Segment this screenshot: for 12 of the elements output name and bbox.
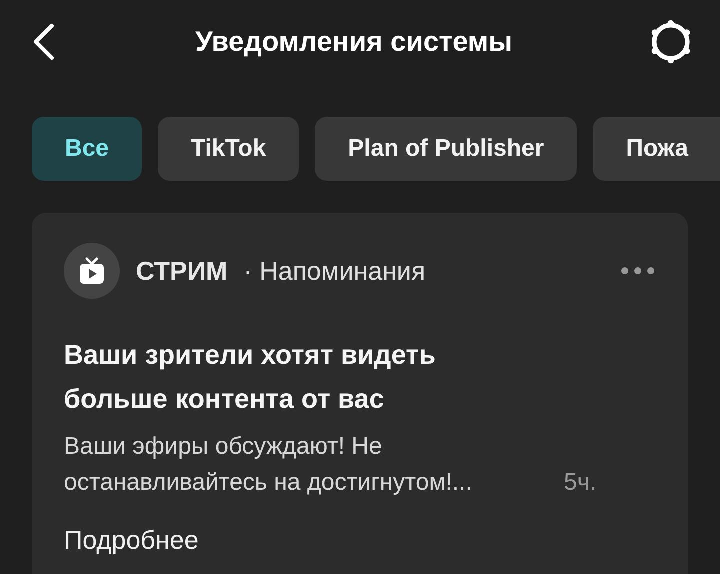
filter-tab[interactable]: Все (32, 117, 142, 181)
filter-tab[interactable]: Пожа (593, 117, 720, 181)
page-title: Уведомления системы (195, 26, 513, 58)
details-link[interactable]: Подробнее (64, 525, 199, 556)
more-icon[interactable] (620, 266, 656, 276)
filter-tab[interactable]: TikTok (158, 117, 300, 181)
timestamp: 5ч. (564, 468, 597, 498)
source-name: СТРИМ (136, 256, 228, 286)
category-label: · Напоминания (244, 256, 426, 286)
filter-tab[interactable]: Plan of Publisher (315, 117, 578, 181)
notification-text: Ваши эфиры обсуждают! Не останавливайтесь на достигнутом!... (64, 432, 474, 498)
notification-title: Ваши зрители хотят видеть больше контента от вас (64, 339, 437, 416)
